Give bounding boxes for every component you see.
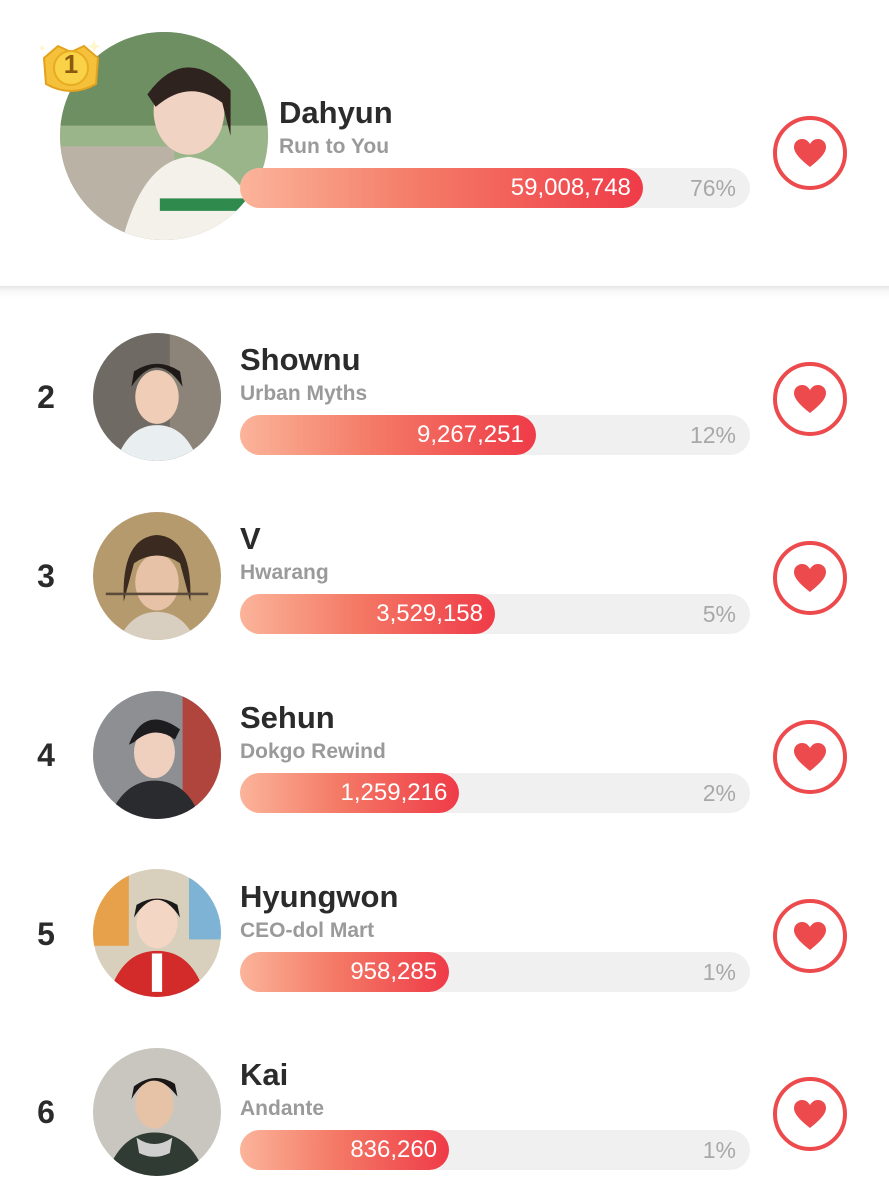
vote-bar: 836,260 1% [240,1130,750,1170]
avatar-shownu[interactable] [93,333,221,461]
vote-button[interactable] [773,362,847,436]
rank-number: 6 [37,1094,55,1130]
vote-bar: 1,259,216 2% [240,773,750,813]
vote-count: 3,529,158 [376,600,483,627]
name: Shownu [240,342,361,377]
vote-count: 9,267,251 [417,421,524,448]
vote-bar-fill: 836,260 [240,1130,450,1170]
top-ranked-card: 1 Dahyun Run to You 59,008,748 76% [0,0,889,286]
vote-percent: 1% [702,959,736,985]
vote-bar: 9,267,251 12% [240,415,750,455]
drama-title: Andante [240,1097,324,1120]
heart-icon [794,743,826,771]
heart-icon [794,1100,826,1128]
vote-bar-fill: 9,267,251 [240,415,536,455]
vote-button[interactable] [773,541,847,615]
section-divider [0,286,889,298]
drama-title: Urban Myths [240,382,368,405]
vote-bar-first: 59,008,748 76% [240,168,750,208]
avatar-kai[interactable] [93,1048,221,1176]
vote-count: 836,260 [350,1136,438,1163]
heart-icon [794,564,826,592]
heart-icon [794,385,826,413]
avatar-sehun[interactable] [93,691,221,819]
vote-count: 59,008,748 [510,174,631,201]
vote-percent: 76% [689,175,736,201]
name: V [240,521,261,556]
heart-icon [794,139,826,167]
vote-bar: 3,529,158 5% [240,594,750,634]
vote-percent: 2% [702,780,736,806]
drama-title: CEO-dol Mart [240,919,375,942]
vote-count: 1,259,216 [340,779,448,806]
rank-number: 4 [37,737,55,773]
vote-count: 958,285 [350,958,438,985]
name: Hyungwon [240,879,399,914]
vote-bar-fill: 59,008,748 [240,168,643,208]
name-first: Dahyun [279,95,393,130]
vote-button[interactable] [773,1077,847,1151]
drama-title: Dokgo Rewind [240,740,386,763]
avatar-v[interactable] [93,512,221,640]
vote-percent: 5% [702,601,736,627]
vote-percent: 12% [689,422,736,448]
vote-percent: 1% [702,1137,736,1163]
rank-number: 5 [37,916,55,952]
name: Kai [240,1057,289,1092]
title-first: Run to You [279,135,390,158]
vote-bar-fill: 958,285 [240,952,450,992]
vote-button[interactable] [773,899,847,973]
name: Sehun [240,700,335,735]
vote-bar-fill: 3,529,158 [240,594,495,634]
vote-button-first[interactable] [773,116,847,190]
vote-bar: 958,285 1% [240,952,750,992]
gold-crown-icon: 1 [36,36,106,100]
vote-button[interactable] [773,720,847,794]
drama-title: Hwarang [240,561,329,584]
rank-number: 3 [37,558,55,594]
rank-first: 1 [63,49,79,79]
vote-bar-fill: 1,259,216 [240,773,460,813]
heart-icon [794,922,826,950]
avatar-hyungwon[interactable] [93,869,221,997]
rank-number: 2 [37,379,55,415]
